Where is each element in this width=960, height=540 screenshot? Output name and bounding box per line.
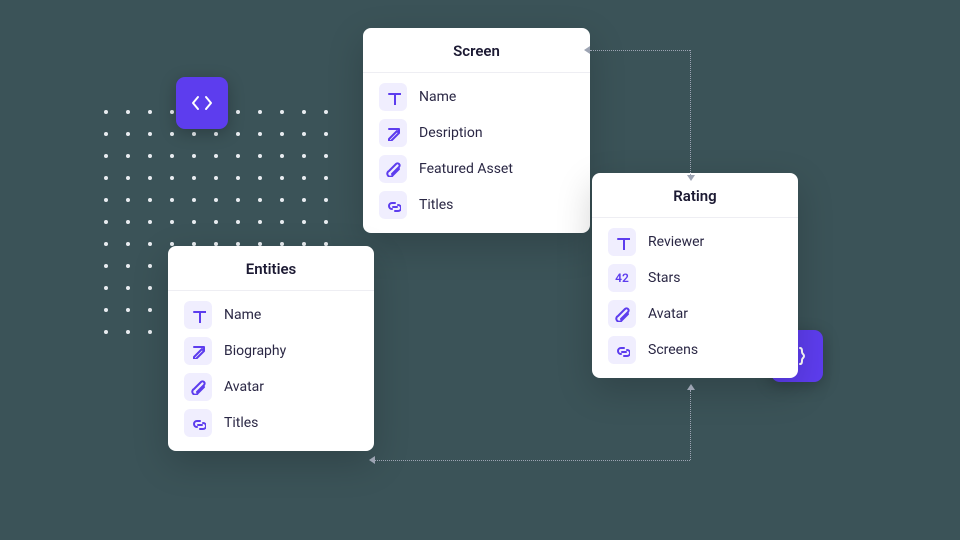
attach-icon xyxy=(184,373,212,401)
field-row: Titles xyxy=(184,409,358,437)
connector xyxy=(690,50,691,175)
field-label: Desription xyxy=(419,125,483,141)
field-label: Avatar xyxy=(648,306,688,322)
text-icon xyxy=(379,83,407,111)
text-icon xyxy=(608,228,636,256)
edit-icon xyxy=(184,337,212,365)
diagram-canvas: Screen Name Desription Featured Asset Ti… xyxy=(0,0,960,540)
field-row: Avatar xyxy=(608,300,782,328)
code-icon xyxy=(190,91,214,115)
link-icon xyxy=(379,191,407,219)
field-label: Name xyxy=(224,307,261,323)
field-label: Titles xyxy=(419,197,453,213)
field-label: Screens xyxy=(648,342,698,358)
link-icon xyxy=(608,336,636,364)
field-label: Reviewer xyxy=(648,234,704,250)
number-icon: 42 xyxy=(608,264,636,292)
field-row: 42 Stars xyxy=(608,264,782,292)
connector xyxy=(375,460,690,461)
card-title: Rating xyxy=(592,173,798,218)
field-row: Name xyxy=(184,301,358,329)
code-badge xyxy=(176,77,228,129)
attach-icon xyxy=(608,300,636,328)
field-row: Desription xyxy=(379,119,574,147)
edit-icon xyxy=(379,119,407,147)
link-icon xyxy=(184,409,212,437)
connector xyxy=(590,50,690,51)
field-label: Avatar xyxy=(224,379,264,395)
field-label: Biography xyxy=(224,343,286,359)
card-screen: Screen Name Desription Featured Asset Ti… xyxy=(363,28,590,233)
field-label: Titles xyxy=(224,415,258,431)
field-row: Featured Asset xyxy=(379,155,574,183)
attach-icon xyxy=(379,155,407,183)
field-row: Name xyxy=(379,83,574,111)
card-title: Screen xyxy=(363,28,590,73)
field-row: Avatar xyxy=(184,373,358,401)
field-label: Stars xyxy=(648,270,680,286)
connector xyxy=(690,390,691,460)
card-rating: Rating Reviewer 42 Stars Avatar Screens xyxy=(592,173,798,378)
field-row: Titles xyxy=(379,191,574,219)
text-icon xyxy=(184,301,212,329)
field-row: Screens xyxy=(608,336,782,364)
card-entities: Entities Name Biography Avatar Titles xyxy=(168,246,374,451)
field-row: Reviewer xyxy=(608,228,782,256)
field-row: Biography xyxy=(184,337,358,365)
field-label: Name xyxy=(419,89,456,105)
card-title: Entities xyxy=(168,246,374,291)
field-label: Featured Asset xyxy=(419,161,513,177)
